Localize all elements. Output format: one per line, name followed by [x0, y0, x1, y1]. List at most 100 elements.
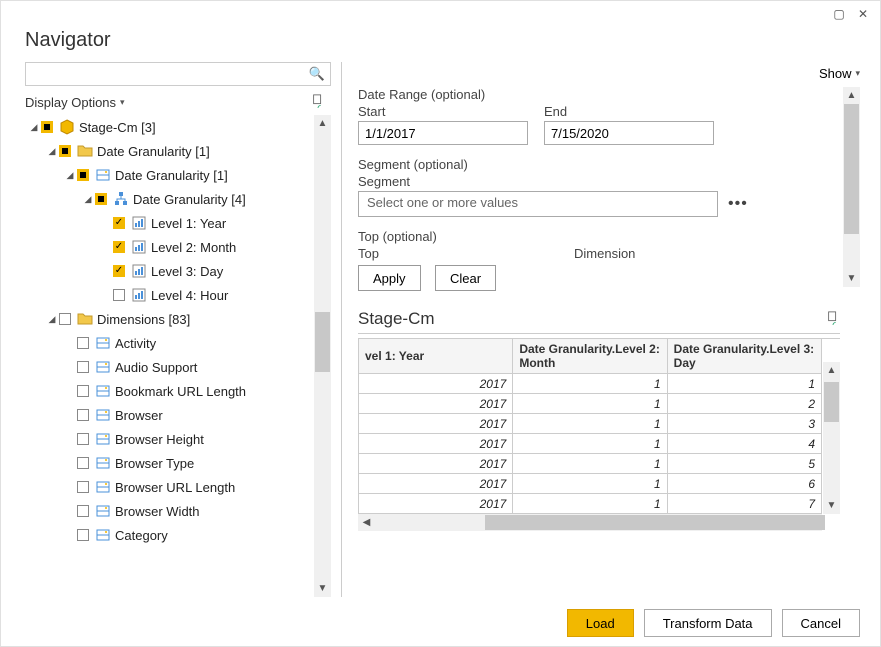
- checkbox[interactable]: [77, 337, 89, 349]
- column-header[interactable]: Date Granularity.Level 2: Month: [513, 339, 667, 374]
- meas-icon: [131, 240, 147, 254]
- checkbox[interactable]: [77, 433, 89, 445]
- table-row[interactable]: 201713: [359, 414, 822, 434]
- show-dropdown[interactable]: Show ▾: [819, 66, 860, 81]
- checkbox[interactable]: [77, 169, 89, 181]
- form-scrollbar[interactable]: ▲ ▼: [843, 87, 860, 287]
- tree-item[interactable]: ◢Dimensions [83]: [25, 307, 331, 331]
- display-options-dropdown[interactable]: Display Options ▾: [25, 95, 125, 110]
- checkbox[interactable]: [77, 409, 89, 421]
- expand-toggle-icon[interactable]: ◢: [83, 194, 93, 205]
- segment-select[interactable]: Select one or more values: [358, 191, 718, 217]
- expand-toggle-icon[interactable]: ◢: [47, 314, 57, 325]
- table-row[interactable]: 201715: [359, 454, 822, 474]
- checkbox[interactable]: [77, 457, 89, 469]
- hier-icon: [113, 192, 129, 206]
- checkbox[interactable]: [77, 385, 89, 397]
- column-header[interactable]: Date Granularity.Level 3: Day: [667, 339, 821, 374]
- checkbox[interactable]: [59, 313, 71, 325]
- tree-item[interactable]: ◢ Date Granularity [1]: [25, 163, 331, 187]
- tree-item[interactable]: ◢Date Granularity [4]: [25, 187, 331, 211]
- scroll-thumb[interactable]: [844, 104, 859, 234]
- more-icon[interactable]: •••: [728, 195, 748, 213]
- scroll-left-icon[interactable]: ◀: [358, 514, 375, 531]
- checkbox[interactable]: [113, 241, 125, 253]
- checkbox[interactable]: [77, 529, 89, 541]
- expand-toggle-icon[interactable]: ◢: [47, 146, 57, 157]
- tree-item[interactable]: Browser URL Length: [25, 475, 331, 499]
- preview-grid: vel 1: YearDate Granularity.Level 2: Mon…: [358, 338, 840, 514]
- tree-item[interactable]: Level 2: Month: [25, 235, 331, 259]
- scroll-up-icon[interactable]: ▲: [843, 87, 860, 104]
- dim-icon: [95, 168, 111, 182]
- close-button[interactable]: ✕: [854, 5, 872, 23]
- tree-item[interactable]: Category: [25, 523, 331, 547]
- transform-data-button[interactable]: Transform Data: [644, 609, 772, 637]
- cell: 2: [667, 394, 821, 414]
- search-icon[interactable]: 🔍: [309, 66, 325, 82]
- scroll-up-icon[interactable]: ▲: [314, 115, 331, 132]
- checkbox[interactable]: [113, 289, 125, 301]
- tree-item[interactable]: Level 4: Hour: [25, 283, 331, 307]
- cancel-button[interactable]: Cancel: [782, 609, 860, 637]
- scroll-up-icon[interactable]: ▲: [823, 362, 840, 379]
- tree-item[interactable]: ◢ Stage-Cm [3]: [25, 115, 331, 139]
- tree-item[interactable]: Browser Type: [25, 451, 331, 475]
- checkbox[interactable]: [113, 265, 125, 277]
- scroll-thumb[interactable]: [315, 312, 330, 372]
- load-button[interactable]: Load: [567, 609, 634, 637]
- tree-item[interactable]: Browser Height: [25, 427, 331, 451]
- cell: 7: [667, 494, 821, 514]
- tree-item-label: Level 4: Hour: [151, 288, 228, 303]
- tree-item[interactable]: Activity: [25, 331, 331, 355]
- table-row[interactable]: 201714: [359, 434, 822, 454]
- checkbox[interactable]: [113, 217, 125, 229]
- refresh-icon[interactable]: [311, 94, 325, 111]
- maximize-button[interactable]: ▢: [830, 5, 848, 23]
- scroll-down-icon[interactable]: ▼: [823, 497, 840, 514]
- column-header[interactable]: vel 1: Year: [359, 339, 513, 374]
- scroll-down-icon[interactable]: ▼: [843, 270, 860, 287]
- top-field-label: Top: [358, 246, 558, 261]
- cell: 1: [513, 434, 667, 454]
- scroll-thumb[interactable]: [485, 515, 825, 530]
- tree-item-label: Audio Support: [115, 360, 197, 375]
- checkbox[interactable]: [77, 481, 89, 493]
- checkbox[interactable]: [95, 193, 107, 205]
- tree-item-label: Date Granularity [1]: [115, 168, 228, 183]
- checkbox[interactable]: [41, 121, 53, 133]
- tree-item[interactable]: Browser Width: [25, 499, 331, 523]
- tree-item-label: Stage-Cm [3]: [79, 120, 156, 135]
- table-row[interactable]: 201711: [359, 374, 822, 394]
- end-date-input[interactable]: [544, 121, 714, 145]
- expand-toggle-icon[interactable]: ◢: [29, 122, 39, 133]
- clear-button[interactable]: Clear: [435, 265, 496, 291]
- checkbox[interactable]: [59, 145, 71, 157]
- table-row[interactable]: 201712: [359, 394, 822, 414]
- dim-icon: [95, 480, 111, 494]
- scroll-down-icon[interactable]: ▼: [314, 580, 331, 597]
- expand-toggle-icon[interactable]: ◢: [65, 170, 75, 181]
- start-date-input[interactable]: [358, 121, 528, 145]
- apply-button[interactable]: Apply: [358, 265, 421, 291]
- checkbox[interactable]: [77, 361, 89, 373]
- tree-item[interactable]: Browser: [25, 403, 331, 427]
- tree-item[interactable]: Level 1: Year: [25, 211, 331, 235]
- tree-item[interactable]: Audio Support: [25, 355, 331, 379]
- tree-item-label: Browser Height: [115, 432, 204, 447]
- table-row[interactable]: 201717: [359, 494, 822, 514]
- table-row[interactable]: 201716: [359, 474, 822, 494]
- search-input[interactable]: [25, 62, 331, 86]
- grid-hscroll[interactable]: ◀ ▶: [358, 514, 822, 531]
- cell: 1: [513, 394, 667, 414]
- dimension-field-label: Dimension: [574, 246, 635, 261]
- tree-item[interactable]: Bookmark URL Length: [25, 379, 331, 403]
- checkbox[interactable]: [77, 505, 89, 517]
- show-label: Show: [819, 66, 852, 81]
- tree-item[interactable]: ◢Date Granularity [1]: [25, 139, 331, 163]
- tree-item[interactable]: Level 3: Day: [25, 259, 331, 283]
- scroll-thumb[interactable]: [824, 382, 839, 422]
- refresh-icon[interactable]: [826, 311, 840, 328]
- grid-vscroll[interactable]: ▲ ▼: [823, 362, 840, 514]
- tree-scrollbar[interactable]: ▲ ▼: [314, 115, 331, 597]
